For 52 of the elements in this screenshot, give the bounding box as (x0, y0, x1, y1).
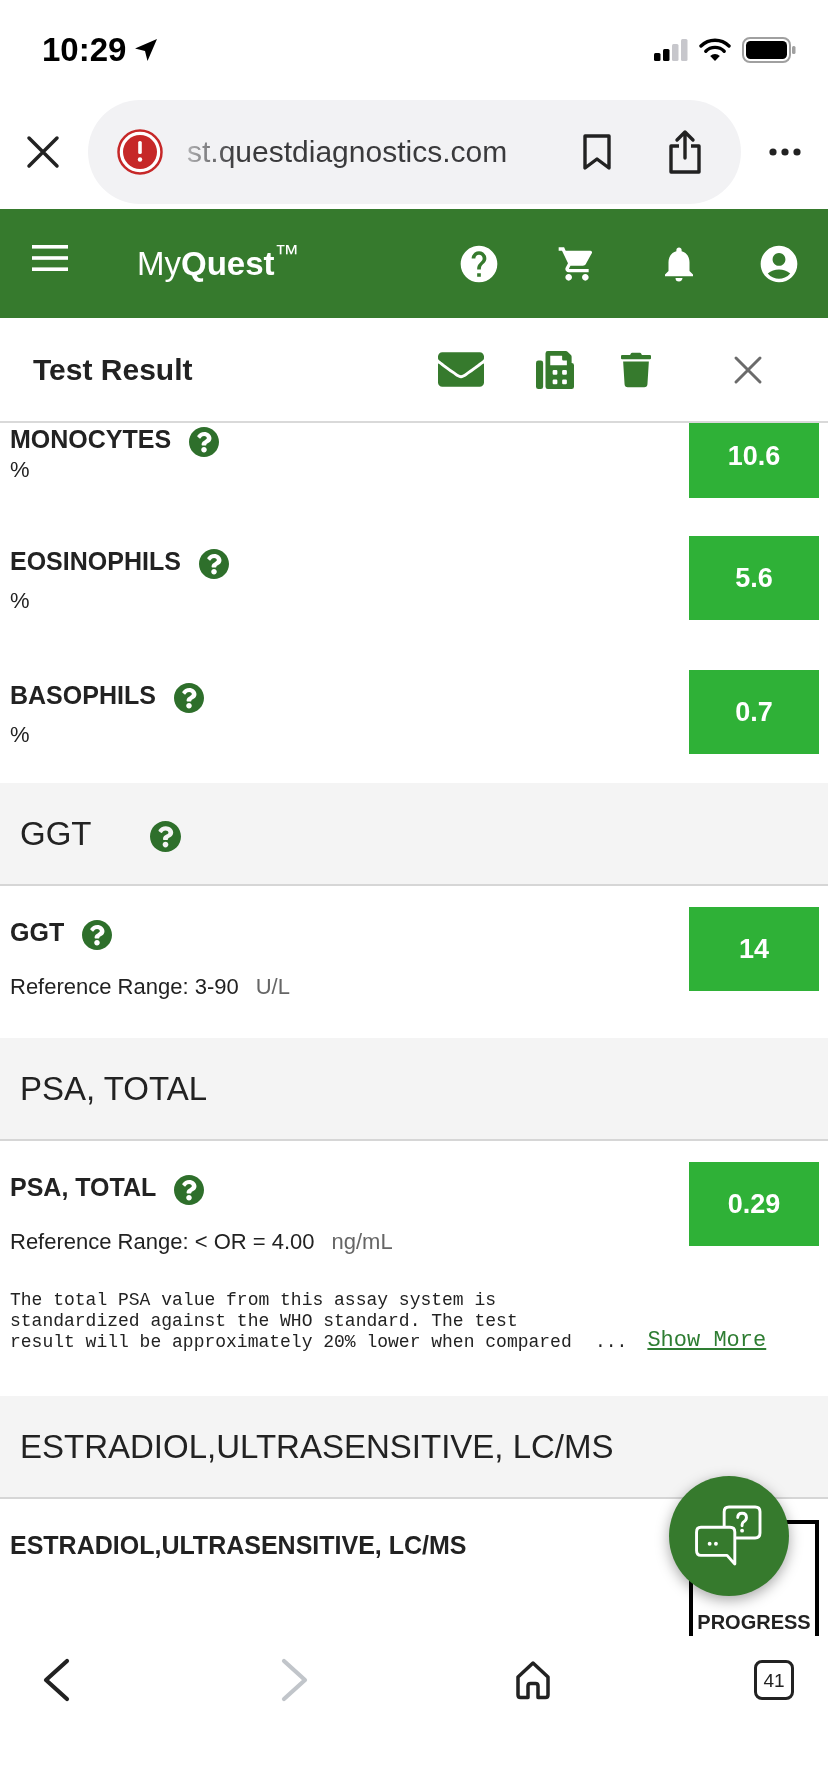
tabs-button[interactable]: 41 (754, 1660, 794, 1700)
result-value: 5.6 (689, 536, 819, 620)
unit-label: % (10, 721, 30, 749)
url-text[interactable]: st.questdiagnostics.com (187, 134, 547, 170)
reference-range: Reference Range: 3-90 (10, 973, 239, 1001)
result-note: The total PSA value from this assay system is standardized against the WHO standard. The test result will be approximately 20% lower when compared (10, 1290, 573, 1353)
section-title: PSA, TOTAL (20, 1068, 208, 1109)
test-name: EOSINOPHILS (10, 546, 181, 577)
test-name: GGT (10, 917, 65, 948)
show-more-link[interactable]: Show More (647, 1329, 767, 1353)
section-title: GGT (20, 813, 92, 854)
test-name: BASOPHILS (10, 680, 156, 711)
unit-label: ng/mL (331, 1228, 393, 1256)
wifi-icon (699, 38, 731, 62)
unit-label: % (10, 456, 30, 484)
page-title: Test Result (33, 351, 194, 388)
help-icon[interactable] (174, 1175, 205, 1205)
help-icon[interactable] (198, 549, 229, 579)
envelope-icon[interactable] (438, 352, 484, 387)
warning-icon[interactable] (117, 129, 163, 175)
more-icon[interactable] (768, 148, 801, 156)
location-arrow-icon (134, 38, 159, 62)
unit-label: % (10, 587, 30, 615)
result-value: 0.29 (689, 1162, 819, 1246)
test-name: PSA, TOTAL (10, 1172, 157, 1203)
share-icon[interactable] (667, 129, 703, 175)
clock-time: 10:29 (42, 30, 127, 70)
home-icon[interactable] (515, 1660, 551, 1700)
result-value: 10.6 (689, 423, 819, 498)
help-icon[interactable] (82, 920, 113, 950)
reference-range: Reference Range: < OR = 4.00 (10, 1228, 315, 1256)
address-bar[interactable]: st.questdiagnostics.com (88, 100, 741, 204)
chevron-left-icon[interactable] (42, 1658, 70, 1702)
section-title: ESTRADIOL,ULTRASENSITIVE, LC/MS (20, 1426, 614, 1467)
close-icon[interactable] (26, 135, 60, 169)
unit-label: U/L (255, 973, 290, 1001)
help-icon[interactable] (189, 427, 220, 457)
trash-icon[interactable] (621, 351, 651, 388)
menu-icon[interactable] (32, 244, 68, 271)
battery-icon (742, 37, 796, 63)
result-value: 14 (689, 907, 819, 991)
ellipsis-text: ... (595, 1332, 628, 1353)
help-icon[interactable] (149, 821, 181, 852)
help-icon[interactable] (173, 683, 204, 713)
chat-bubbles-icon[interactable] (695, 1505, 763, 1567)
test-name: MONOCYTES (10, 424, 172, 455)
result-value: 0.7 (689, 670, 819, 754)
app-logo[interactable]: MyQuest$^{™}$ (137, 243, 300, 284)
fax-icon[interactable] (536, 350, 574, 389)
test-name: ESTRADIOL,ULTRASENSITIVE, LC/MS (10, 1530, 467, 1561)
signal-bars-icon (654, 39, 688, 61)
bookmark-icon[interactable] (582, 134, 612, 170)
